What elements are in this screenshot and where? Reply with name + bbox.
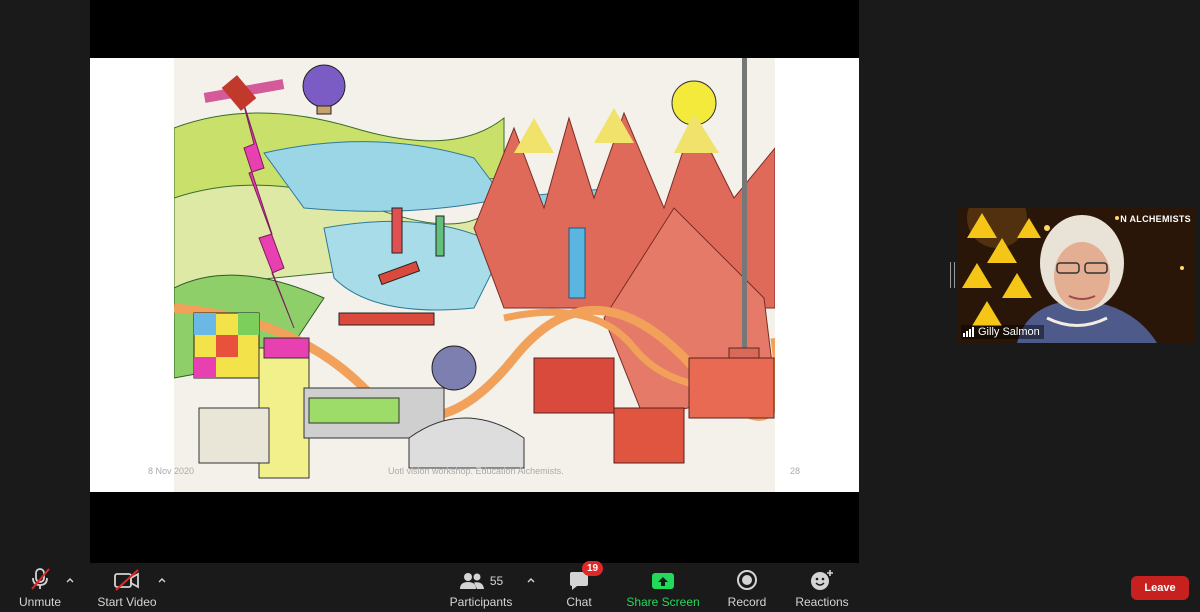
record-label: Record xyxy=(727,595,767,609)
record-button[interactable]: Record xyxy=(726,563,768,612)
participants-icon xyxy=(459,573,484,589)
reactions-icon xyxy=(810,563,834,591)
slide-date: 8 Nov 2020 xyxy=(148,466,195,476)
chat-unread-badge: 19 xyxy=(582,561,604,576)
unmute-label: Unmute xyxy=(18,595,62,609)
share-screen-icon xyxy=(651,563,675,591)
signal-strength-icon xyxy=(963,327,974,337)
participants-button[interactable]: 55 Participants xyxy=(449,563,513,612)
share-screen-label: Share Screen xyxy=(626,595,700,609)
participants-icon-group: 55 xyxy=(459,563,503,591)
shared-slide: 8 Nov 2020 Uotl vision workshop. Educati… xyxy=(90,58,859,492)
meeting-toolbar: Unmute Start Video 55 Participants 19 Ch… xyxy=(0,561,1200,612)
share-screen-button[interactable]: Share Screen xyxy=(626,563,700,612)
slide-page-number: 28 xyxy=(790,466,801,476)
participant-name-tag: Gilly Salmon xyxy=(961,325,1044,339)
chat-icon: 19 xyxy=(568,561,604,591)
tile-resize-handle[interactable] xyxy=(950,262,955,288)
video-off-icon xyxy=(113,563,141,591)
reactions-label: Reactions xyxy=(795,595,849,609)
participants-label: Participants xyxy=(449,595,513,609)
participants-count: 55 xyxy=(489,574,504,588)
video-options-caret[interactable] xyxy=(157,572,167,583)
tile-banner-text: N ALCHEMISTS xyxy=(1120,214,1191,224)
start-video-button[interactable]: Start Video xyxy=(96,563,158,612)
unmute-button[interactable]: Unmute xyxy=(16,563,64,612)
record-icon xyxy=(736,563,758,591)
muted-microphone-icon xyxy=(29,563,51,591)
chat-button[interactable]: 19 Chat xyxy=(562,561,604,612)
participant-name: Gilly Salmon xyxy=(978,326,1040,338)
participants-options-caret[interactable] xyxy=(526,572,536,583)
audio-options-caret[interactable] xyxy=(65,572,75,583)
leave-meeting-button[interactable]: Leave xyxy=(1131,576,1189,600)
reactions-button[interactable]: Reactions xyxy=(795,563,849,612)
chat-label: Chat xyxy=(566,595,592,609)
virtual-background xyxy=(957,208,1195,343)
slide-illustration xyxy=(174,58,775,492)
slide-footer-text: Uotl vision workshop. Education Alchemis… xyxy=(388,466,564,476)
start-video-label: Start Video xyxy=(97,595,157,609)
speaker-video-tile[interactable]: N ALCHEMISTS Gilly Salmon xyxy=(957,208,1195,343)
